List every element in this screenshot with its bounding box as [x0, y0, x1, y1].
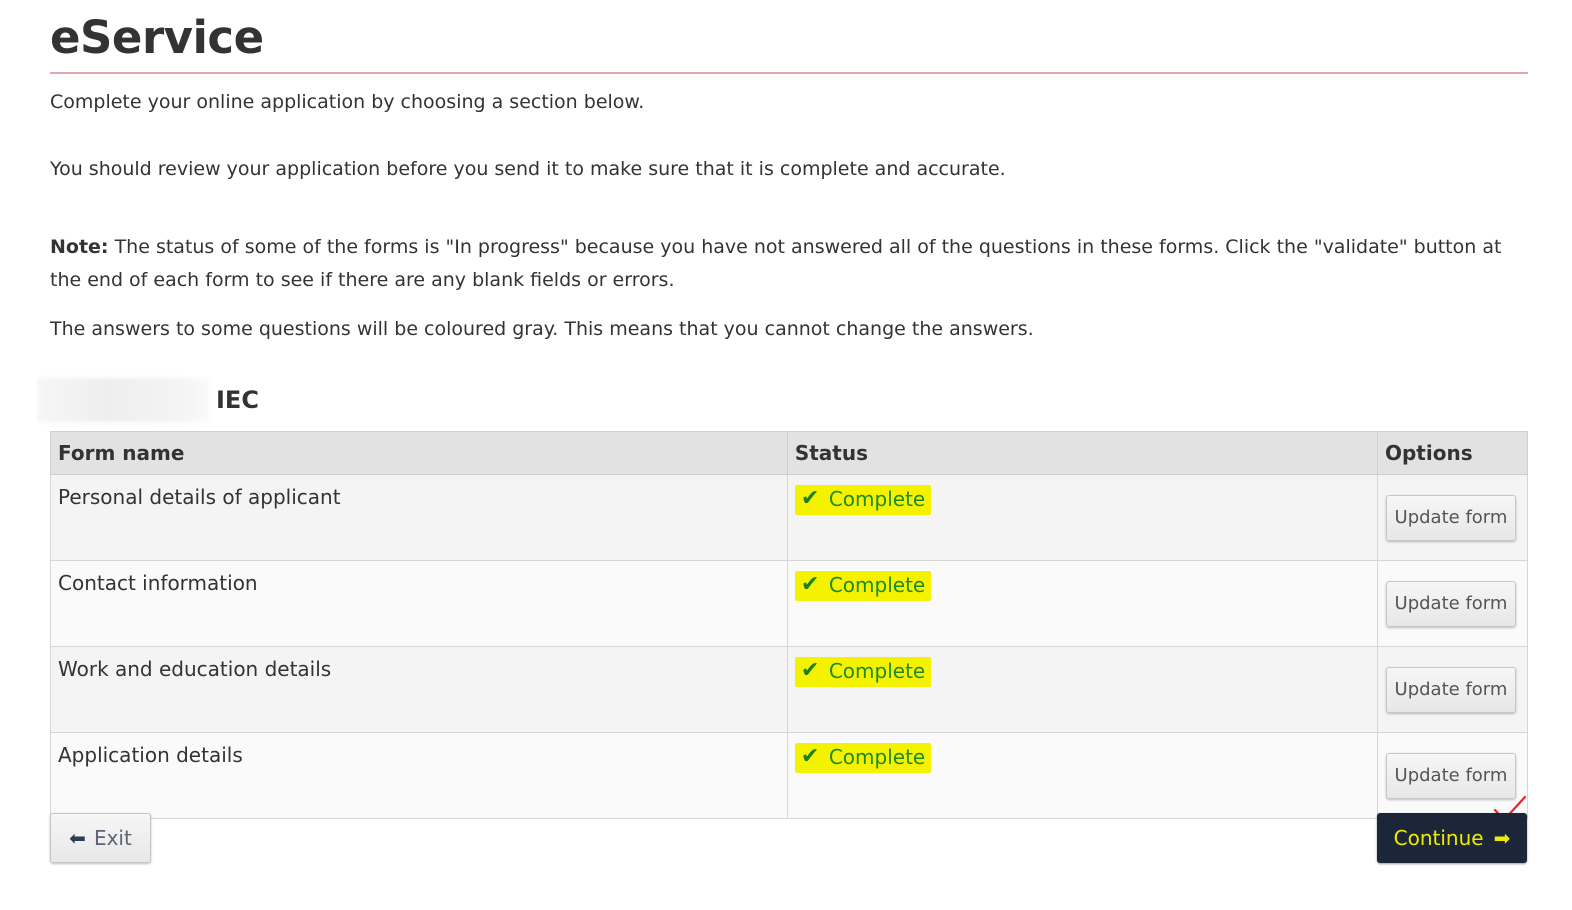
- options-cell: Update form: [1376, 560, 1529, 647]
- intro-instructions: Complete your online application by choo…: [50, 91, 645, 113]
- continue-label: Continue: [1393, 826, 1484, 850]
- column-header-form-name: Form name: [50, 431, 788, 475]
- check-icon: ✔: [800, 486, 820, 511]
- check-icon: ✔: [800, 744, 820, 769]
- table-header-row: Form name Status Options: [50, 431, 1529, 475]
- title-divider: [50, 72, 1528, 74]
- form-name-cell: Work and education details: [50, 646, 788, 733]
- options-cell: Update form: [1376, 646, 1529, 733]
- check-icon: ✔: [800, 658, 820, 683]
- note-label: Note:: [50, 236, 109, 258]
- status-badge: ✔ Complete: [794, 571, 932, 601]
- status-badge: ✔ Complete: [794, 657, 932, 687]
- column-header-status: Status: [786, 431, 1378, 475]
- status-text: Complete: [828, 487, 926, 511]
- check-icon: ✔: [800, 572, 820, 597]
- intro-status-note: Note: The status of some of the forms is…: [50, 231, 1528, 297]
- status-badge: ✔ Complete: [794, 485, 932, 515]
- status-cell: ✔ Complete: [786, 646, 1378, 733]
- status-cell: ✔ Complete: [786, 474, 1378, 561]
- status-text: Complete: [828, 659, 926, 683]
- options-cell: Update form: [1376, 474, 1529, 561]
- continue-button[interactable]: Continue ➡: [1377, 813, 1527, 863]
- form-name-cell: Contact information: [50, 560, 788, 647]
- update-form-button[interactable]: Update form: [1385, 666, 1516, 713]
- form-name-cell: Personal details of applicant: [50, 474, 788, 561]
- application-section-heading: IEC: [38, 378, 259, 422]
- section-suffix: IEC: [216, 386, 259, 414]
- table-row: Contact information ✔ Complete Update fo…: [50, 560, 1529, 647]
- note-text: The status of some of the forms is "In p…: [50, 236, 1502, 291]
- forms-table: Form name Status Options Personal detail…: [50, 431, 1529, 819]
- intro-review-note: You should review your application befor…: [50, 158, 1006, 180]
- status-text: Complete: [828, 573, 926, 597]
- status-cell: ✔ Complete: [786, 732, 1378, 819]
- table-row: Work and education details ✔ Complete Up…: [50, 646, 1529, 733]
- eservice-page: eService Complete your online applicatio…: [38, 0, 1529, 863]
- arrow-right-icon: ➡: [1493, 826, 1511, 850]
- page-title: eService: [50, 11, 264, 64]
- status-cell: ✔ Complete: [786, 560, 1378, 647]
- form-name-cell: Application details: [50, 732, 788, 819]
- table-row: Personal details of applicant ✔ Complete…: [50, 474, 1529, 561]
- column-header-options: Options: [1376, 431, 1529, 475]
- status-text: Complete: [828, 745, 926, 769]
- intro-gray-answers-note: The answers to some questions will be co…: [50, 318, 1034, 340]
- update-form-button[interactable]: Update form: [1385, 494, 1516, 541]
- arrow-left-icon: ⬅: [69, 826, 86, 850]
- table-row: Application details ✔ Complete Update fo…: [50, 732, 1529, 819]
- update-form-button[interactable]: Update form: [1385, 752, 1516, 799]
- redacted-applicant-name: [38, 378, 210, 422]
- update-form-button[interactable]: Update form: [1385, 580, 1516, 627]
- exit-button[interactable]: ⬅ Exit: [50, 813, 151, 863]
- status-badge: ✔ Complete: [794, 743, 932, 773]
- exit-label: Exit: [93, 826, 132, 850]
